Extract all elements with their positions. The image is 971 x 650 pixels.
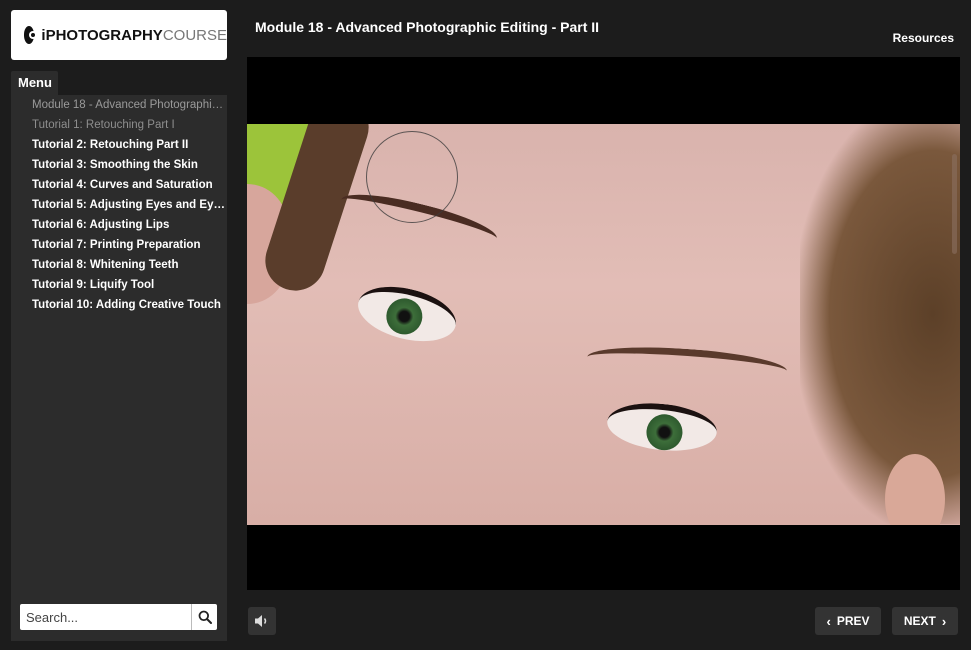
tutorial-image	[247, 124, 960, 525]
menu-item-tutorial-1[interactable]: Tutorial 1: Retouching Part I	[11, 115, 225, 135]
prev-button[interactable]: ‹ PREV	[815, 607, 881, 635]
prev-label: PREV	[836, 614, 870, 628]
search-icon	[198, 610, 212, 624]
search-input[interactable]	[20, 605, 190, 629]
sidebar: Module 18 - Advanced Photographic Editin…	[11, 95, 227, 641]
app-window: iPHOTOGRAPHYCOURSE Menu Module 18 - Adva…	[0, 0, 971, 650]
menu-item-tutorial-5[interactable]: Tutorial 5: Adjusting Eyes and Eyelashes	[11, 195, 225, 215]
menu-tab[interactable]: Menu	[11, 71, 58, 95]
menu-item-tutorial-6[interactable]: Tutorial 6: Adjusting Lips	[11, 215, 225, 235]
menu-list: Module 18 - Advanced Photographic Editin…	[11, 95, 227, 315]
menu-item-tutorial-9[interactable]: Tutorial 9: Liquify Tool	[11, 275, 225, 295]
chevron-right-icon: ›	[941, 613, 947, 629]
menu-item-tutorial-3[interactable]: Tutorial 3: Smoothing the Skin	[11, 155, 225, 175]
logo: iPHOTOGRAPHYCOURSE	[11, 10, 227, 60]
menu-item-tutorial-7[interactable]: Tutorial 7: Printing Preparation	[11, 235, 225, 255]
next-button[interactable]: NEXT ›	[892, 607, 958, 635]
menu-item-module-18[interactable]: Module 18 - Advanced Photographic Editin…	[11, 95, 225, 115]
menu-item-tutorial-2[interactable]: Tutorial 2: Retouching Part II	[11, 135, 225, 155]
chevron-left-icon: ‹	[826, 613, 831, 629]
menu-item-tutorial-8[interactable]: Tutorial 8: Whitening Teeth	[11, 255, 225, 275]
resources-link[interactable]: Resources	[893, 31, 954, 45]
logo-text: iPHOTOGRAPHYCOURSE	[41, 26, 227, 44]
menu-item-tutorial-4[interactable]: Tutorial 4: Curves and Saturation	[11, 175, 225, 195]
video-player[interactable]	[247, 57, 960, 590]
image-scrollbar[interactable]	[952, 154, 957, 254]
page-title: Module 18 - Advanced Photographic Editin…	[255, 19, 600, 35]
search-button[interactable]	[191, 604, 217, 630]
next-label: NEXT	[903, 614, 936, 628]
brush-cursor	[366, 131, 458, 223]
speaker-icon	[255, 615, 267, 627]
camera-icon	[24, 26, 38, 44]
search-box	[20, 604, 217, 630]
sound-button[interactable]	[248, 607, 276, 635]
menu-item-tutorial-10[interactable]: Tutorial 10: Adding Creative Touch	[11, 295, 225, 315]
